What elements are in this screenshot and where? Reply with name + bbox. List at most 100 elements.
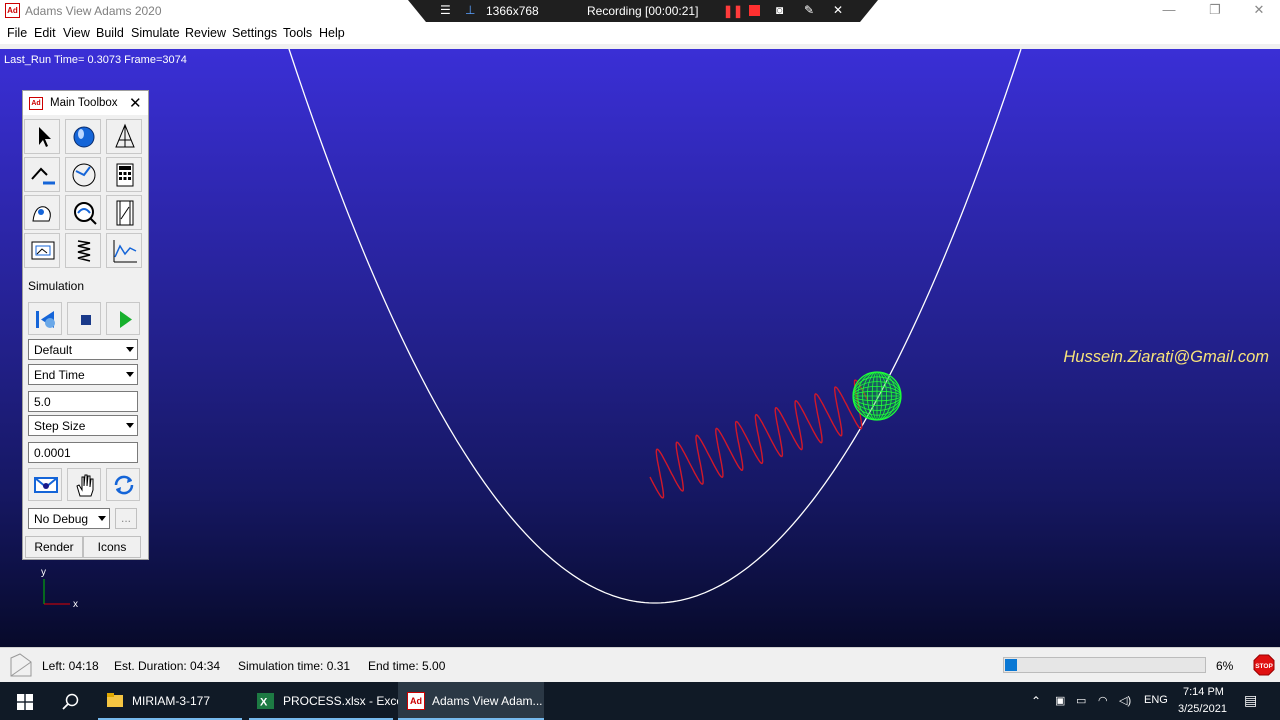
connector-icon — [31, 167, 55, 185]
maximize-button[interactable]: ❐ — [1192, 0, 1238, 22]
menu-edit[interactable]: Edit — [34, 26, 56, 40]
plot-display-tool[interactable] — [24, 233, 60, 268]
model-viewport[interactable]: y x Last_Run Time= 0.3073 Frame=3074 Hus… — [0, 49, 1280, 647]
hand-icon — [76, 474, 94, 497]
debug-select[interactable]: No Debug — [28, 508, 110, 529]
watermark-email: Hussein.Ziarati@Gmail.com — [1063, 348, 1269, 366]
pin-icon[interactable]: ⊥ — [465, 3, 475, 17]
progress-percent: 6% — [1216, 659, 1234, 673]
menu-help[interactable]: Help — [319, 26, 345, 40]
body-shape-tool[interactable] — [24, 195, 60, 230]
pen-icon[interactable]: ✎ — [804, 3, 814, 17]
chevron-down-icon — [126, 372, 134, 377]
chevron-down-icon — [98, 516, 106, 521]
clock-date[interactable]: 3/25/2021 — [1178, 703, 1227, 715]
step-size-input[interactable]: 0.0001 — [28, 442, 138, 463]
stop-record-icon[interactable] — [749, 5, 760, 16]
toolbox-close-icon[interactable]: ✕ — [129, 94, 142, 112]
chevron-down-icon — [126, 423, 134, 428]
volume-icon[interactable]: ◁) — [1119, 694, 1131, 707]
render-sphere-tool[interactable] — [65, 119, 101, 154]
status-bar: Left: 04:18 Est. Duration: 04:34 Simulat… — [0, 647, 1280, 682]
pause-icon[interactable]: ❚❚ — [723, 4, 743, 18]
interactive-hand-tool[interactable] — [67, 468, 101, 501]
screen-recorder-bar: ☰ ⊥ 1366x768 Recording [00:00:21] ❚❚ ◙ ✎… — [408, 0, 878, 23]
menu-review[interactable]: Review — [185, 26, 226, 40]
refresh-icon — [114, 475, 134, 495]
stop-sign-button[interactable]: STOP — [1253, 654, 1275, 676]
svg-text:X: X — [260, 697, 268, 709]
simulation-progress-bar — [1003, 657, 1206, 673]
select-pointer-tool[interactable] — [24, 119, 60, 154]
menu-lines-icon[interactable]: ☰ — [440, 3, 451, 17]
menu-view[interactable]: View — [63, 26, 90, 40]
menu-build[interactable]: Build — [96, 26, 124, 40]
green-ball — [852, 371, 902, 421]
calculator-tool[interactable] — [106, 157, 142, 192]
time-left-text: Left: 04:18 — [42, 659, 99, 673]
progress-fill — [1005, 659, 1017, 671]
animation-film-tool[interactable] — [106, 195, 142, 230]
taskbar-item-excel[interactable]: X PROCESS.xlsx - Excel — [249, 682, 406, 720]
coordinate-triad: y x — [41, 567, 78, 610]
end-time-text: End time: 5.00 — [368, 659, 446, 673]
end-time-select[interactable]: End Time — [28, 364, 138, 385]
end-time-input[interactable]: 5.0 — [28, 391, 138, 412]
geometry-cone-tool[interactable] — [106, 119, 142, 154]
reset-refresh-tool[interactable] — [106, 468, 140, 501]
taskbar-item-explorer[interactable]: MIRIAM-3-177 — [98, 682, 242, 720]
rewind-simulation-button[interactable] — [28, 302, 62, 335]
pointer-arrow-icon — [39, 127, 51, 147]
motion-rotate-tool[interactable] — [65, 157, 101, 192]
close-window-button[interactable]: ✕ — [1236, 0, 1280, 22]
clock-time[interactable]: 7:14 PM — [1183, 686, 1224, 698]
icons-button[interactable]: Icons — [83, 536, 141, 558]
minimize-button[interactable]: — — [1146, 0, 1192, 22]
search-icon[interactable] — [62, 693, 80, 711]
wifi-icon[interactable]: ◠ — [1098, 694, 1108, 707]
sim-settings-select[interactable]: Default — [28, 339, 138, 360]
menu-simulate[interactable]: Simulate — [131, 26, 180, 40]
menu-tools[interactable]: Tools — [283, 26, 312, 40]
end-time-select-value: End Time — [34, 368, 85, 382]
windows-start-icon[interactable] — [17, 694, 33, 710]
triad-x-label: x — [73, 599, 78, 610]
taskbar-item-adams[interactable]: Ad Adams View Adam... — [398, 682, 544, 720]
toolbox-app-icon: Ad — [29, 97, 43, 110]
play-simulation-button[interactable] — [106, 302, 140, 335]
menu-settings[interactable]: Settings — [232, 26, 277, 40]
close-recorder-icon[interactable]: ✕ — [833, 3, 843, 17]
film-strip-icon — [116, 200, 134, 226]
triad-y-label: y — [41, 567, 46, 578]
toolbox-titlebar: Ad Main Toolbox ✕ — [23, 91, 148, 115]
postprocessor-graph-tool[interactable] — [106, 233, 142, 268]
calculator-icon — [116, 163, 134, 187]
spring-icon — [77, 240, 91, 262]
battery-icon[interactable]: ▭ — [1076, 694, 1086, 707]
meet-now-icon[interactable]: ▣ — [1055, 694, 1065, 707]
step-size-select-value: Step Size — [34, 419, 86, 433]
rewind-icon — [36, 311, 55, 328]
sim-output-tool[interactable] — [28, 468, 62, 501]
chevron-up-icon[interactable]: ⌃ — [1031, 694, 1041, 708]
menu-file[interactable]: File — [7, 26, 27, 40]
debug-more-button[interactable]: ... — [115, 508, 137, 529]
spring-element-tool[interactable] — [65, 233, 101, 268]
connector-link-tool[interactable] — [24, 157, 60, 192]
main-toolbox: Ad Main Toolbox ✕ Simulation Default End… — [22, 90, 149, 560]
view-zoom-tool[interactable] — [65, 195, 101, 230]
body-shape-icon — [32, 206, 51, 222]
chevron-down-icon — [126, 347, 134, 352]
step-size-select[interactable]: Step Size — [28, 415, 138, 436]
language-indicator[interactable]: ENG — [1144, 694, 1168, 706]
notification-icon[interactable]: ▤ — [1244, 692, 1257, 709]
stop-simulation-button[interactable] — [67, 302, 101, 335]
taskbar-label: PROCESS.xlsx - Excel — [283, 694, 406, 708]
sensor-icon — [34, 477, 58, 493]
parabolic-track-curve — [288, 49, 1022, 604]
render-button[interactable]: Render — [25, 536, 83, 558]
recording-status: Recording [00:00:21] — [587, 4, 699, 18]
recording-resolution: 1366x768 — [486, 4, 539, 18]
camera-icon[interactable]: ◙ — [776, 3, 783, 17]
window-title: Adams View Adams 2020 — [25, 4, 162, 18]
